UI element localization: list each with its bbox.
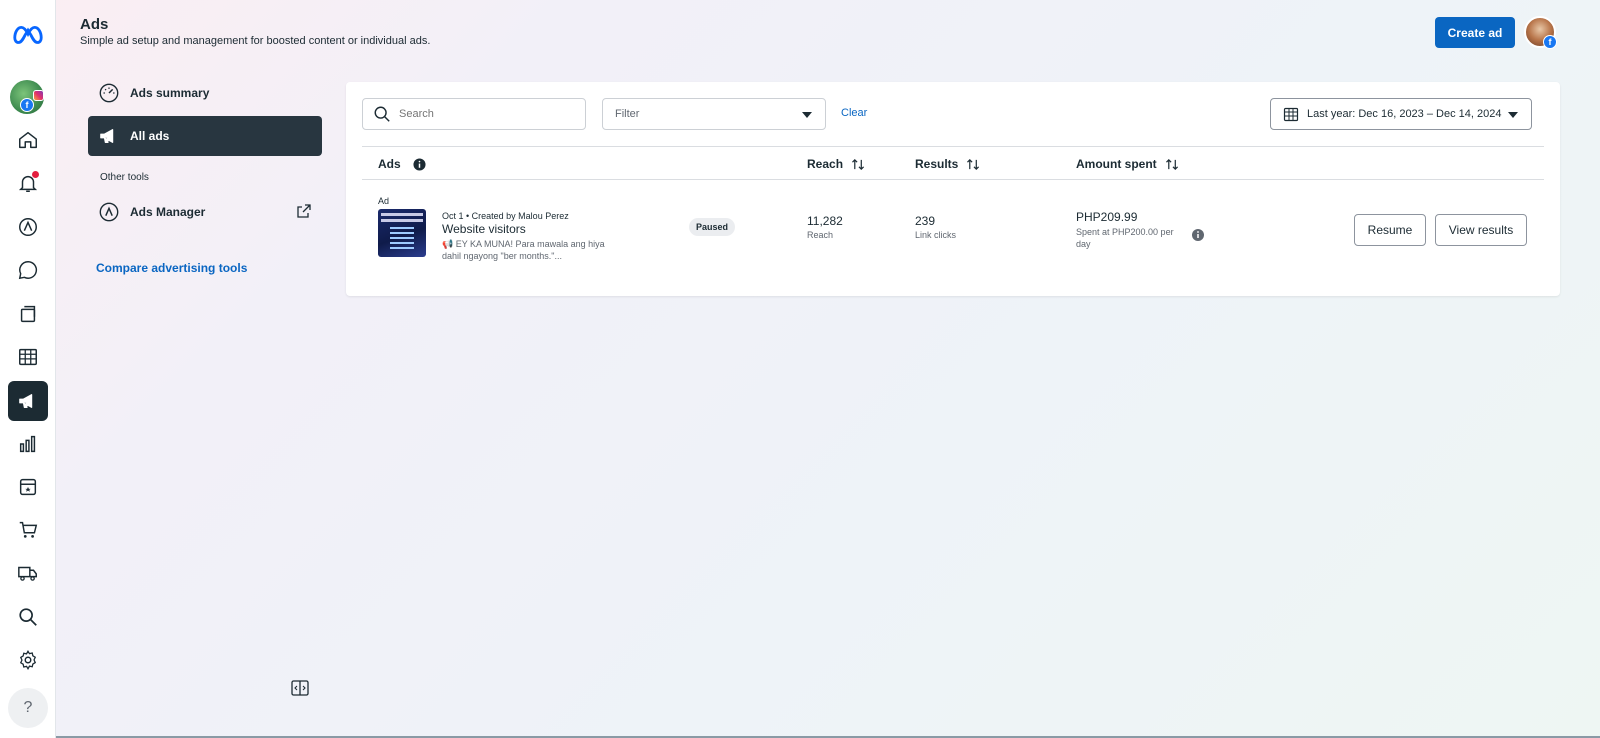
calendar-icon [1283, 107, 1299, 122]
reach-value: 11,282 [807, 214, 843, 228]
search-icon [374, 106, 390, 122]
column-amount-spent[interactable]: Amount spent [1076, 157, 1180, 171]
column-results[interactable]: Results [915, 157, 981, 171]
status-badge: Paused [689, 218, 736, 236]
search-field[interactable] [399, 108, 569, 120]
monetization-icon[interactable] [8, 467, 48, 507]
results-label: Link clicks [915, 230, 957, 240]
menu-item-all-ads[interactable]: All ads [88, 116, 322, 156]
ads-manager-icon [98, 201, 120, 223]
menu-item-label: All ads [130, 129, 170, 143]
notification-dot [32, 171, 39, 178]
sort-icon [1165, 158, 1178, 170]
menu-section-heading: Other tools [100, 172, 149, 183]
info-icon[interactable] [413, 157, 426, 171]
column-reach[interactable]: Reach [807, 157, 866, 171]
compare-advertising-tools-link[interactable]: Compare advertising tools [96, 261, 247, 275]
inbox-icon[interactable] [8, 250, 48, 290]
reach-label: Reach [807, 230, 834, 240]
collapse-sidebar-icon[interactable] [290, 678, 310, 698]
menu-item-label: Ads summary [130, 86, 210, 100]
megaphone-icon [98, 125, 120, 147]
delivery-icon[interactable] [8, 553, 48, 593]
ad-meta: Oct 1 • Created by Malou Perez [442, 211, 569, 221]
table-row[interactable]: Ad Oct 1 • Created by Malou Perez Websit… [362, 182, 1544, 292]
amount-spent-label: Spent at PHP200.00 per day [1076, 227, 1174, 249]
chevron-down-icon [802, 112, 812, 118]
left-rail: f ? [0, 0, 56, 738]
help-icon[interactable]: ? [8, 688, 48, 728]
ad-title[interactable]: Website visitors [442, 222, 526, 236]
settings-icon[interactable] [8, 640, 48, 680]
commerce-icon[interactable] [8, 510, 48, 550]
search-icon[interactable] [8, 597, 48, 637]
results-value: 239 [915, 214, 936, 228]
create-ad-button[interactable]: Create ad [1435, 17, 1515, 48]
column-ads: Ads [378, 157, 426, 171]
resume-button[interactable]: Resume [1354, 214, 1426, 246]
menu-item-ads-manager[interactable]: Ads Manager [88, 192, 322, 232]
chevron-down-icon [1508, 112, 1518, 118]
view-results-button[interactable]: View results [1435, 214, 1527, 246]
ad-tag: Ad [378, 196, 390, 206]
facebook-badge-icon: f [1543, 35, 1557, 49]
table-header: Ads Reach Results Amount spent [362, 146, 1544, 180]
facebook-badge-icon: f [20, 98, 34, 112]
home-icon[interactable] [8, 120, 48, 160]
info-icon[interactable] [1191, 228, 1205, 242]
dashboard-icon [98, 82, 120, 104]
menu-item-label: Ads Manager [130, 205, 206, 219]
ad-thumbnail[interactable] [378, 209, 426, 257]
filter-label: Filter [615, 108, 640, 120]
date-range-label: Last year: Dec 16, 2023 – Dec 14, 2024 [1307, 108, 1502, 120]
content-icon[interactable] [8, 294, 48, 334]
ads-table-card: Filter Clear Last year: Dec 16, 2023 – D… [346, 82, 1560, 296]
sort-icon [967, 158, 980, 170]
meta-logo-icon[interactable] [8, 14, 48, 54]
filter-dropdown[interactable]: Filter [602, 98, 826, 130]
search-input[interactable] [362, 98, 586, 130]
page-title: Ads [80, 16, 109, 33]
date-range-picker[interactable]: Last year: Dec 16, 2023 – Dec 14, 2024 [1270, 98, 1532, 130]
page-subtitle: Simple ad setup and management for boost… [80, 35, 431, 47]
menu-item-ads-summary[interactable]: Ads summary [88, 73, 322, 113]
clear-filters-link[interactable]: Clear [841, 107, 867, 119]
ads-center-icon[interactable] [8, 207, 48, 247]
external-link-icon [297, 204, 311, 218]
notifications-icon[interactable] [8, 163, 48, 203]
sort-icon [852, 158, 865, 170]
instagram-badge-icon [33, 90, 44, 101]
planner-icon[interactable] [8, 337, 48, 377]
amount-spent-value: PHP209.99 [1076, 210, 1138, 224]
ad-description: 📢 EY KA MUNA! Para mawala ang hiya dahil… [442, 239, 605, 261]
insights-icon[interactable] [8, 424, 48, 464]
ads-icon[interactable] [8, 381, 48, 421]
